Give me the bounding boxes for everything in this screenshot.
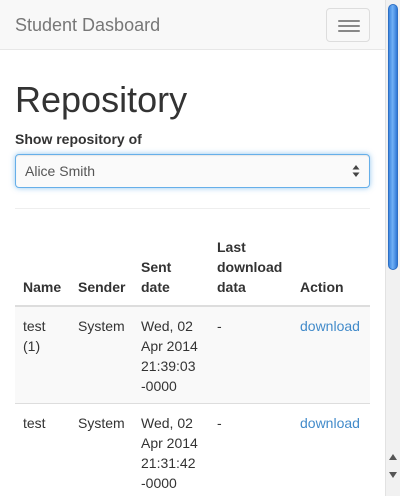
cell-last-download: -: [217, 415, 222, 431]
cell-line: test: [23, 415, 46, 431]
section-divider: [15, 208, 370, 209]
cell-sender: System: [78, 415, 125, 431]
cell-last-download: -: [217, 318, 222, 334]
cell-line: (1): [23, 338, 41, 354]
page-content: Student Dasboard Repository Show reposit…: [0, 0, 385, 496]
vertical-scrollbar[interactable]: [385, 0, 400, 496]
navbar-brand[interactable]: Student Dasboard: [15, 14, 160, 36]
column-header-sender: Sender: [78, 279, 126, 295]
row-divider: [15, 403, 370, 404]
column-header-name: Name: [23, 279, 62, 295]
cell-line: Wed, 02: [141, 415, 193, 431]
header-line: data: [217, 279, 246, 295]
cell-name: test: [23, 413, 46, 433]
column-header-last-download: Last download data: [217, 237, 282, 297]
download-link[interactable]: download: [300, 413, 360, 433]
scroll-up-arrow-icon[interactable]: [388, 452, 398, 462]
scroll-down-arrow-icon[interactable]: [388, 470, 398, 480]
select-arrows-icon: [352, 165, 360, 177]
select-label: Show repository of: [15, 131, 142, 147]
header-line: download: [217, 259, 283, 275]
column-header-sent-date: Sent date: [141, 257, 171, 297]
cell-line: Apr 2014: [141, 338, 198, 354]
header-line: Last: [217, 239, 246, 255]
student-select-value: Alice Smith: [25, 163, 96, 179]
hamburger-icon: [338, 25, 360, 27]
header-line: Sent: [141, 259, 172, 275]
cell-sent-date: Wed, 02 Apr 2014 21:31:42 -0000: [141, 413, 198, 493]
cell-line: test: [23, 318, 46, 334]
scrollbar-thumb[interactable]: [388, 4, 398, 270]
column-header-action: Action: [300, 279, 344, 295]
student-select[interactable]: Alice Smith: [15, 154, 370, 188]
navbar: Student Dasboard: [0, 0, 385, 50]
cell-line: -0000: [141, 475, 177, 491]
browser-viewport: Student Dasboard Repository Show reposit…: [0, 0, 400, 496]
cell-line: 21:39:03: [141, 358, 196, 374]
download-link[interactable]: download: [300, 316, 360, 336]
navbar-toggle-button[interactable]: [326, 8, 370, 42]
cell-sent-date: Wed, 02 Apr 2014 21:39:03 -0000: [141, 316, 198, 396]
page-title: Repository: [15, 79, 188, 120]
header-line: date: [141, 279, 170, 295]
cell-line: Wed, 02: [141, 318, 193, 334]
hamburger-icon: [338, 20, 360, 22]
cell-name: test (1): [23, 316, 46, 356]
hamburger-icon: [338, 30, 360, 32]
cell-sender: System: [78, 318, 125, 334]
cell-line: -0000: [141, 378, 177, 394]
cell-line: Apr 2014: [141, 435, 198, 451]
cell-line: 21:31:42: [141, 455, 196, 471]
